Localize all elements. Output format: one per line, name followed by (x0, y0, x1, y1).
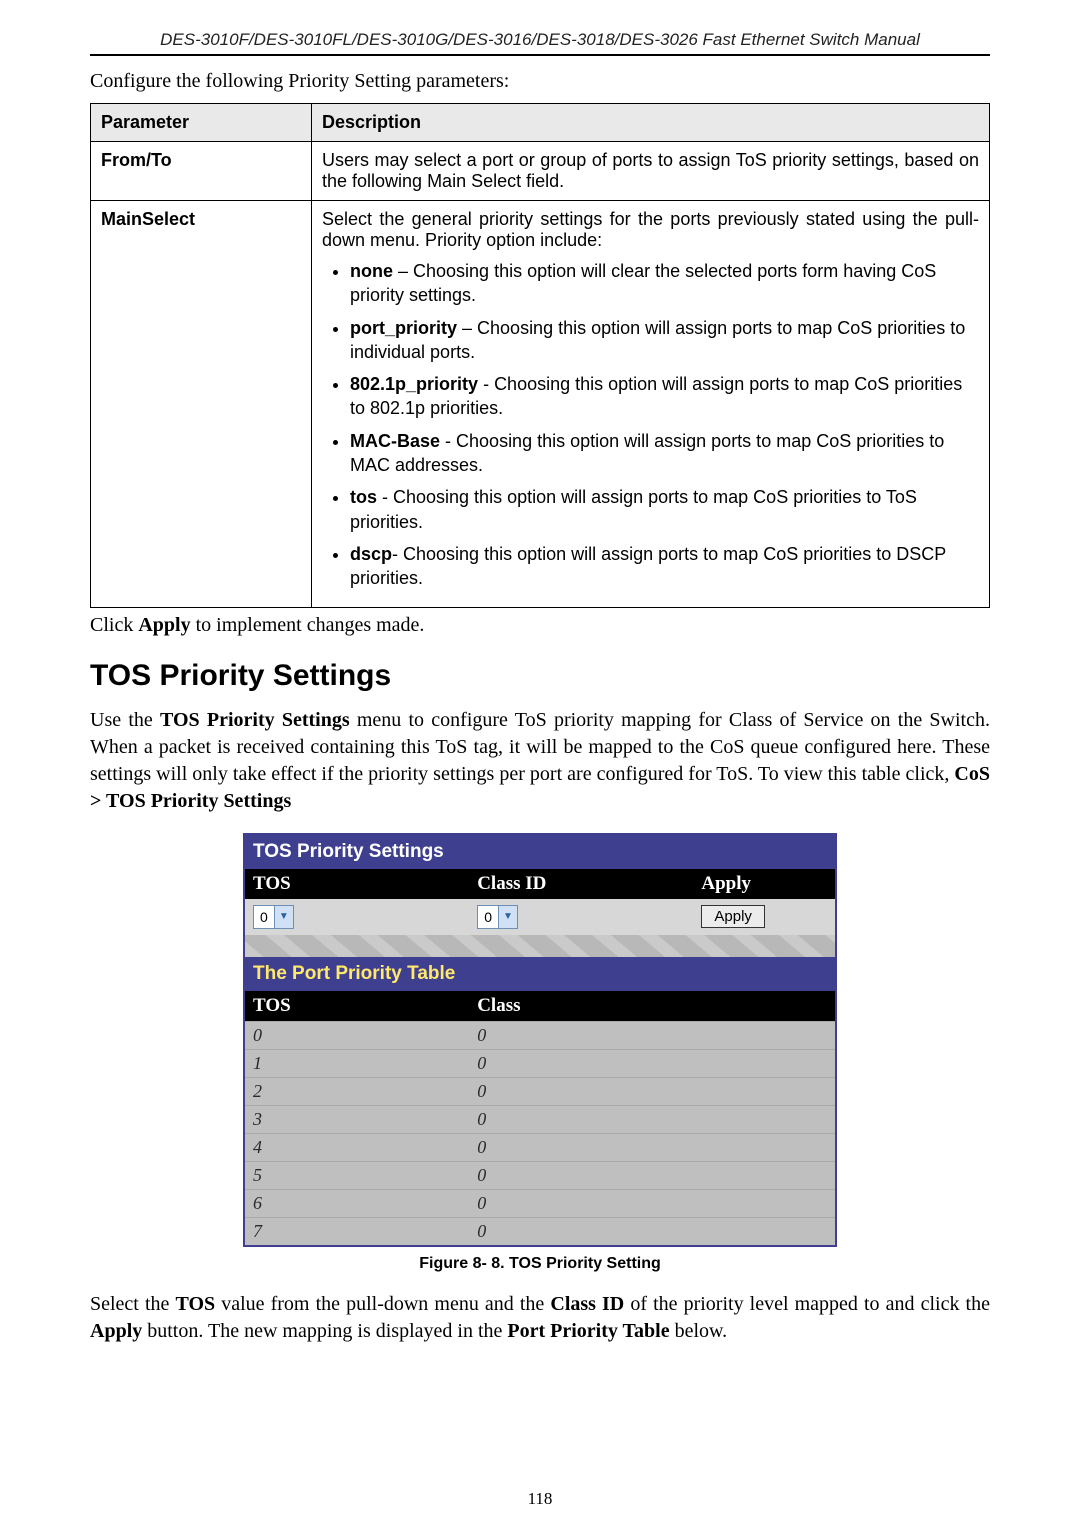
port-row: 30 (245, 1105, 835, 1133)
tos-select[interactable]: 0 ▼ (253, 905, 294, 929)
chevron-down-icon: ▼ (498, 906, 517, 928)
chevron-down-icon: ▼ (274, 906, 293, 928)
port-header-row: TOS Class (245, 991, 835, 1022)
col-description: Description (312, 104, 990, 142)
port-row: 40 (245, 1133, 835, 1161)
section-heading-tos: TOS Priority Settings (90, 659, 990, 693)
param-desc: Select the general priority settings for… (312, 201, 990, 608)
param-desc: Users may select a port or group of port… (312, 142, 990, 201)
port-row: 70 (245, 1217, 835, 1245)
tos-control-row: 0 ▼ 0 ▼ Apply (245, 899, 835, 935)
intro-text: Configure the following Priority Setting… (90, 70, 990, 93)
panel-title-tos-settings: TOS Priority Settings (245, 835, 835, 869)
option-tos: tos - Choosing this option will assign p… (350, 485, 979, 534)
panel-title-port-priority: The Port Priority Table (245, 957, 835, 991)
tos-select-value: 0 (254, 909, 274, 925)
panel-separator (245, 935, 835, 957)
param-desc-lead: Select the general priority settings for… (322, 209, 979, 250)
page-number: 118 (0, 1489, 1080, 1509)
running-header: DES-3010F/DES-3010FL/DES-3010G/DES-3016/… (90, 30, 990, 54)
tos-body-paragraph: Use the TOS Priority Settings menu to co… (90, 707, 990, 815)
header-rule (90, 54, 990, 56)
col-tos: TOS (245, 869, 469, 899)
tos-body-paragraph-2: Select the TOS value from the pull-down … (90, 1291, 990, 1345)
port-row: 20 (245, 1077, 835, 1105)
col-parameter: Parameter (91, 104, 312, 142)
param-row-fromto: From/To Users may select a port or group… (91, 142, 990, 201)
port-row: 00 (245, 1021, 835, 1049)
param-name: From/To (91, 142, 312, 201)
option-8021p-priority: 802.1p_priority - Choosing this option w… (350, 372, 979, 421)
apply-instruction: Click Apply to implement changes made. (90, 614, 990, 637)
col-apply: Apply (693, 869, 835, 899)
option-none: none – Choosing this option will clear t… (350, 259, 979, 308)
tos-header-row: TOS Class ID Apply (245, 869, 835, 899)
classid-select-value: 0 (478, 909, 498, 925)
apply-button[interactable]: Apply (701, 905, 765, 928)
option-dscp: dscp- Choosing this option will assign p… (350, 542, 979, 591)
port-row: 50 (245, 1161, 835, 1189)
col-classid: Class ID (469, 869, 693, 899)
param-row-mainselect: MainSelect Select the general priority s… (91, 201, 990, 608)
figure-caption: Figure 8- 8. TOS Priority Setting (90, 1255, 990, 1273)
classid-select[interactable]: 0 ▼ (477, 905, 518, 929)
option-mac-base: MAC-Base - Choosing this option will ass… (350, 429, 979, 478)
mainselect-options: none – Choosing this option will clear t… (322, 259, 979, 591)
port-col-class: Class (469, 991, 835, 1022)
tos-settings-screenshot: TOS Priority Settings TOS Class ID Apply… (243, 833, 837, 1247)
option-port-priority: port_priority – Choosing this option wil… (350, 316, 979, 365)
port-row: 60 (245, 1189, 835, 1217)
param-name: MainSelect (91, 201, 312, 608)
port-col-tos: TOS (245, 991, 469, 1022)
port-row: 10 (245, 1049, 835, 1077)
parameter-table: Parameter Description From/To Users may … (90, 103, 990, 608)
